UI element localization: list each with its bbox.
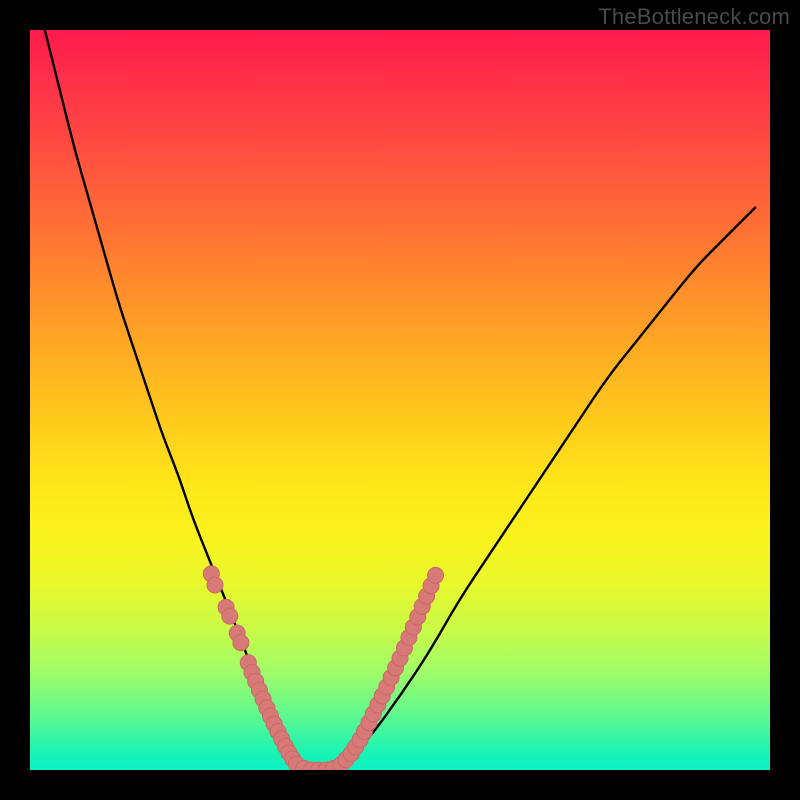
chart-frame: TheBottleneck.com (0, 0, 800, 800)
curve-marker (428, 567, 444, 583)
curve-marker (222, 608, 238, 624)
chart-svg (30, 30, 770, 770)
curve-marker (207, 577, 223, 593)
plot-area (30, 30, 770, 770)
watermark-text: TheBottleneck.com (598, 4, 790, 30)
curve-marker (233, 635, 249, 651)
marker-group (203, 566, 443, 770)
